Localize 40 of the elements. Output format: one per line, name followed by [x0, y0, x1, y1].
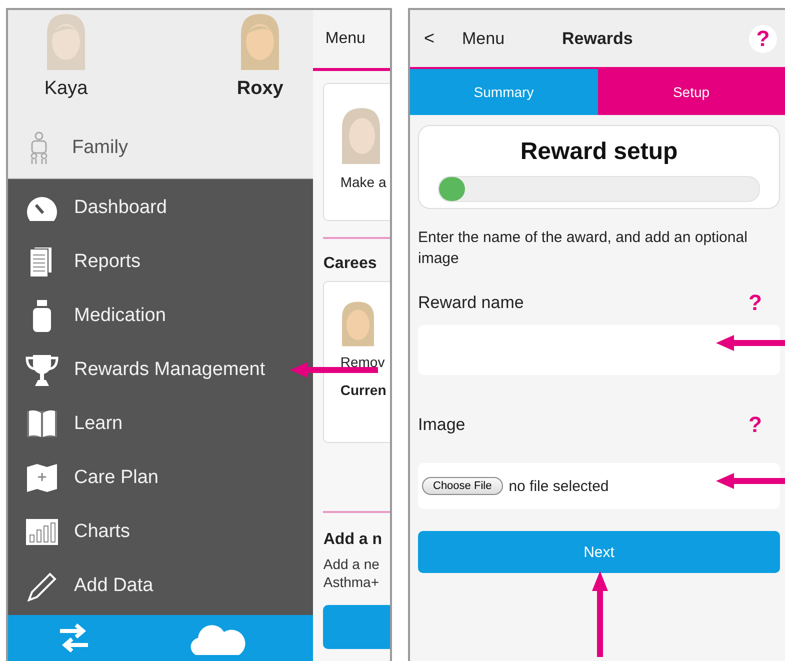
field-label: Reward name	[418, 293, 524, 313]
card-title: Reward setup	[520, 138, 678, 166]
section-heading: Add a n	[323, 531, 384, 549]
section-text: Add a ne	[323, 555, 380, 573]
help-button[interactable]: ?	[749, 24, 777, 52]
menu-item[interactable]: Dashboard	[8, 191, 167, 225]
back-link[interactable]: Menu	[462, 28, 562, 48]
section-text: Asthma+	[323, 573, 380, 591]
section-heading: Carees	[323, 255, 378, 273]
card-text: Remov	[340, 354, 386, 370]
menu-item[interactable]: Care Plan	[8, 461, 158, 495]
annotation-arrow	[716, 471, 785, 491]
card-text: Curren	[340, 382, 388, 398]
avatar-icon	[340, 106, 380, 166]
back-button[interactable]: <	[424, 28, 462, 49]
file-status: no file selected	[508, 478, 609, 494]
menu-item[interactable]: Reports	[8, 245, 141, 279]
tab[interactable]: Setup	[598, 69, 785, 115]
card-text: Make a	[340, 174, 388, 190]
screen-title: Rewards	[562, 28, 634, 48]
profile-name[interactable]: Kaya	[44, 78, 88, 100]
help-button[interactable]: ?	[748, 411, 762, 439]
instructions: Enter the name of the award, and add an optional image	[418, 228, 748, 269]
menu-item[interactable]: Learn	[8, 407, 123, 441]
trophy-icon	[24, 353, 60, 387]
help-button[interactable]: ?	[748, 289, 762, 317]
menu-item[interactable]: Rewards Management	[8, 353, 266, 387]
annotation-arrow	[716, 333, 785, 353]
family-item[interactable]: Family	[8, 118, 314, 179]
field-label: Image	[418, 415, 466, 435]
menu-item[interactable]: Add Data	[8, 569, 154, 603]
menu-title: Menu	[325, 30, 366, 48]
menu-item[interactable]: Medication	[8, 299, 166, 333]
profile-name[interactable]: Roxy	[236, 78, 284, 100]
avatar-icon	[340, 300, 376, 348]
menu-item[interactable]: Charts	[8, 515, 130, 549]
file-field[interactable]: Choose File no file selected	[418, 463, 780, 509]
choose-file-button[interactable]: Choose File	[422, 477, 503, 495]
map-icon	[24, 461, 60, 495]
reward-name-field[interactable]	[418, 325, 780, 375]
